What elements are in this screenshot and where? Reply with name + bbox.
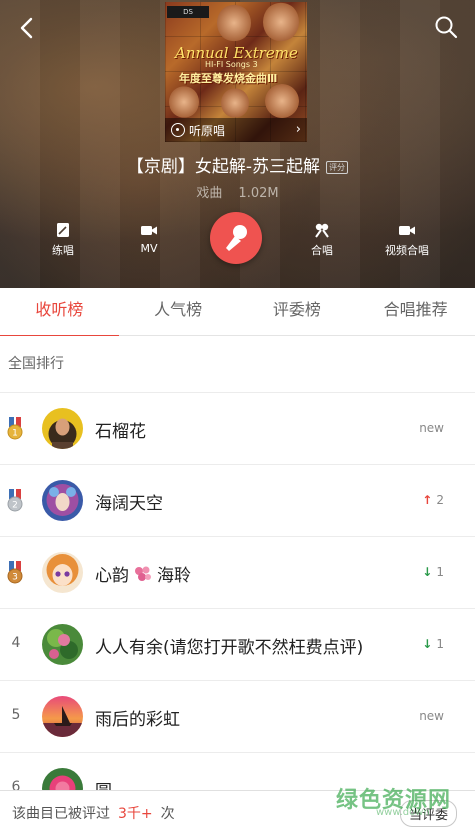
microphone-icon <box>226 225 247 251</box>
rank-trend: ↓ 1 <box>422 637 444 651</box>
svg-text:1: 1 <box>12 429 18 439</box>
tab-listen-chart[interactable]: 收听榜 <box>0 288 119 338</box>
tab-judge-chart[interactable]: 评委榜 <box>238 288 357 335</box>
trend-value: new <box>419 709 444 723</box>
chorus-label: 合唱 <box>311 244 333 257</box>
chorus-icon <box>315 223 329 238</box>
ranking-list: 1 石榴花 new 2 海阔天空 ↑ 2 3 心韵 海聆 ↓ 1 4 人人有余(… <box>0 393 475 825</box>
video-chorus-label: 视频合唱 <box>385 244 429 257</box>
listen-original-label: 听原唱 <box>189 124 226 138</box>
review-count-text: 该曲目已被评过 3千+ 次 <box>12 803 175 823</box>
mv-label: MV <box>140 242 158 255</box>
singer-name-part: 海聆 <box>157 566 191 586</box>
cover-face <box>221 88 249 118</box>
cover-face <box>169 86 199 118</box>
trend-up-icon: ↑ <box>422 493 433 507</box>
song-title-text: 【京剧】女起解-苏三起解 <box>126 157 321 177</box>
back-arrow-icon[interactable] <box>14 14 42 42</box>
trend-down-icon: ↓ <box>422 565 433 579</box>
bottom-review-bar: 该曲目已被评过 3千+ 次 当评委 <box>0 790 475 832</box>
rank-number: 4 <box>11 635 21 651</box>
practice-icon <box>57 223 69 237</box>
disc-icon <box>171 123 185 137</box>
cover-logo: DS <box>167 6 209 18</box>
chorus-button[interactable]: 合唱 <box>287 222 357 258</box>
singer-name: 人人有余(请您打开歌不然枉费点评) <box>95 638 364 658</box>
cover-face <box>263 2 299 42</box>
singer-name: 雨后的彩虹 <box>95 710 180 730</box>
singer-name: 石榴花 <box>95 422 146 442</box>
become-judge-button[interactable]: 当评委 <box>399 800 457 827</box>
avatar[interactable] <box>42 696 83 737</box>
video-camera-icon <box>141 226 157 235</box>
avatar[interactable] <box>42 480 83 521</box>
trend-value: 1 <box>436 637 444 651</box>
trend-value: 1 <box>436 565 444 579</box>
list-item[interactable]: 1 石榴花 new <box>0 393 475 465</box>
svg-text:3: 3 <box>12 573 18 583</box>
search-icon[interactable] <box>433 14 459 40</box>
list-item[interactable]: 3 心韵 海聆 ↓ 1 <box>0 537 475 609</box>
practice-label: 练唱 <box>52 244 74 257</box>
list-item[interactable]: 5 雨后的彩虹 new <box>0 681 475 753</box>
ranking-tabs: 收听榜 人气榜 评委榜 合唱推荐 <box>0 288 475 338</box>
bronze-medal-icon: 3 <box>7 561 23 584</box>
singer-name: 海阔天空 <box>95 494 163 514</box>
trend-down-icon: ↓ <box>422 637 433 651</box>
avatar[interactable] <box>42 624 83 665</box>
singer-name-part: 心韵 <box>95 566 129 586</box>
rank-trend: new <box>419 709 444 723</box>
silver-medal-icon: 2 <box>7 489 23 512</box>
gold-medal-icon: 1 <box>7 417 23 440</box>
svg-text:2: 2 <box>12 501 18 511</box>
song-title: 【京剧】女起解-苏三起解 评分 <box>0 152 475 177</box>
song-file-size: 1.02M <box>238 186 279 201</box>
cover-face <box>217 4 251 42</box>
review-text-before: 该曲目已被评过 <box>12 806 110 822</box>
tab-popularity-chart[interactable]: 人气榜 <box>119 288 238 335</box>
cover-face <box>265 84 299 118</box>
list-item[interactable]: 2 海阔天空 ↑ 2 <box>0 465 475 537</box>
practice-button[interactable]: 练唱 <box>28 222 98 258</box>
heart-flower-icon <box>135 566 151 581</box>
national-ranking-title: 全国排行 <box>0 336 475 393</box>
song-genre: 戏曲 <box>196 186 223 201</box>
song-header: DS Annual Extreme HI-FI Songs 3 年度至尊发烧金曲… <box>0 0 475 288</box>
cover-subtitle: HI-FI Songs 3 <box>205 60 258 69</box>
list-item[interactable]: 4 人人有余(请您打开歌不然枉费点评) ↓ 1 <box>0 609 475 681</box>
video-camera-icon <box>399 226 415 235</box>
rank-trend: ↑ 2 <box>422 493 444 507</box>
song-tag-badge: 评分 <box>326 161 349 174</box>
rank-trend: ↓ 1 <box>422 565 444 579</box>
avatar[interactable] <box>42 408 83 449</box>
song-meta: 戏曲 1.02M <box>0 182 475 201</box>
review-count: 3千+ <box>118 806 153 822</box>
trend-value: new <box>419 421 444 435</box>
listen-original-button[interactable]: 听原唱 › <box>165 118 307 142</box>
tab-chorus-recommend[interactable]: 合唱推荐 <box>356 288 475 335</box>
sing-microphone-button[interactable] <box>210 212 262 264</box>
trend-value: 2 <box>436 493 444 507</box>
avatar[interactable] <box>42 552 83 593</box>
album-cover[interactable]: DS Annual Extreme HI-FI Songs 3 年度至尊发烧金曲… <box>165 2 307 142</box>
review-text-after: 次 <box>160 806 175 822</box>
video-chorus-button[interactable]: 视频合唱 <box>372 222 442 258</box>
mv-button[interactable]: MV <box>114 222 184 255</box>
chevron-right-icon: › <box>295 122 301 137</box>
rank-number: 5 <box>11 707 21 723</box>
cover-chinese-title: 年度至尊发烧金曲Ⅲ <box>179 72 278 85</box>
rank-trend: new <box>419 421 444 435</box>
singer-name: 心韵 海聆 <box>95 561 191 586</box>
